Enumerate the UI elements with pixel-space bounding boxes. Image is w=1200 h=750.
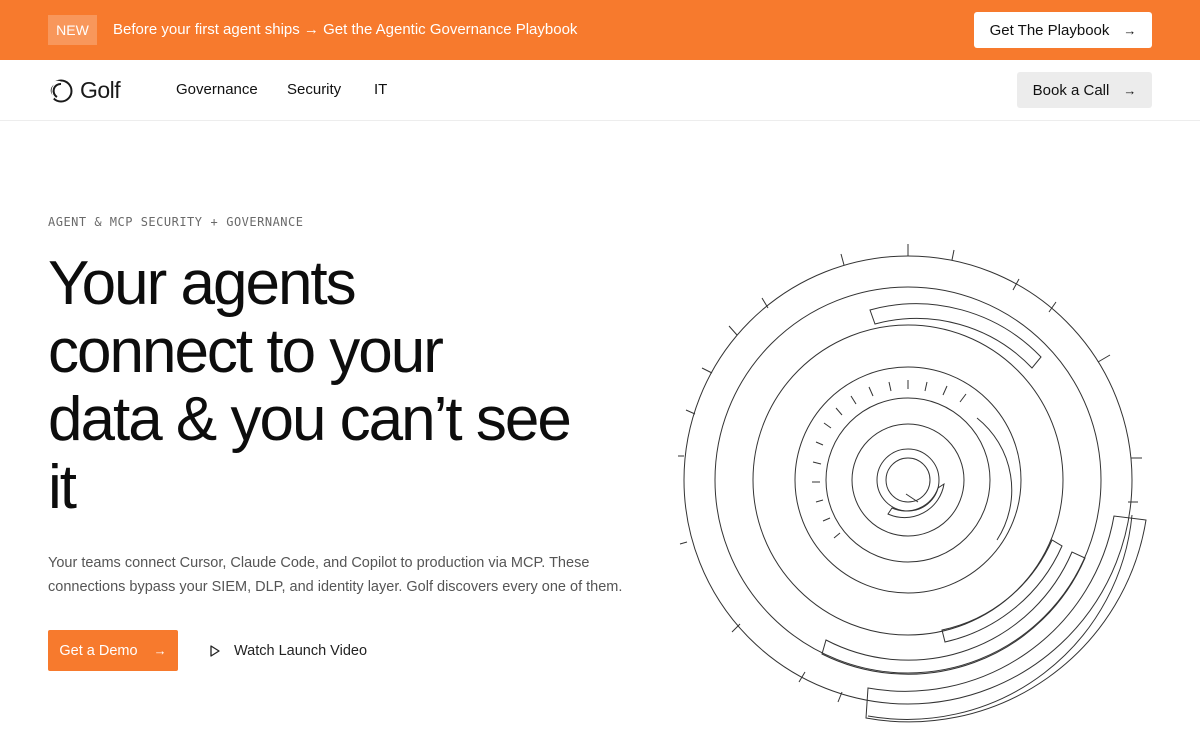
ring [794, 366, 1022, 594]
eyebrow-left: AGENT & MCP SECURITY [48, 215, 203, 229]
announcement-link[interactable]: Before your first agent ships → Get the … [113, 0, 577, 60]
ring-segment [976, 417, 1013, 541]
ring [825, 397, 991, 563]
outer-ticks [678, 244, 1142, 703]
play-icon [210, 644, 220, 657]
ring-segment [865, 515, 1147, 723]
get-playbook-label: Get The Playbook [989, 21, 1110, 39]
subtext-line: Your teams connect Cursor, Claude Code, … [48, 555, 590, 571]
headline-line: it [48, 453, 77, 522]
get-demo-label: Get a Demo [59, 642, 138, 659]
watch-video-link[interactable]: Watch Launch Video [208, 630, 367, 671]
headline-line: Your agents [48, 249, 357, 318]
hero-subtext: Your teams connect Cursor, Claude Code, … [48, 551, 628, 599]
nav-link-it[interactable]: IT [374, 60, 387, 120]
subtext-line: connections bypass your SIEM, DLP, and i… [48, 579, 623, 595]
headline-line: connect to your [48, 317, 444, 386]
hero-eyebrow: AGENT & MCP SECURITY + GOVERNANCE [48, 215, 303, 229]
logo-text: Golf [80, 77, 121, 103]
eyebrow-separator: + [210, 215, 219, 229]
nav-link-security[interactable]: Security [287, 60, 341, 120]
nav-link-governance[interactable]: Governance [176, 60, 258, 120]
ring-segment [869, 303, 1042, 369]
headline-line: data & you can’t see [48, 385, 572, 454]
ring [752, 324, 1064, 636]
ring-segment [941, 539, 1063, 643]
book-call-button[interactable]: Book a Call → [1017, 72, 1152, 108]
announcement-bar: NEW Before your first agent ships → Get … [0, 0, 1200, 60]
watch-video-label: Watch Launch Video [234, 642, 368, 659]
get-demo-button[interactable]: Get a Demo → [48, 630, 178, 671]
arrow-right-icon: → [1123, 82, 1137, 98]
logo[interactable]: Golf [48, 77, 121, 104]
concentric-rings-graphic [678, 244, 1147, 723]
new-badge: NEW [48, 15, 97, 45]
arrow-right-icon: → [1123, 22, 1137, 38]
ring [683, 255, 1133, 705]
ring-segment [905, 493, 919, 503]
ring-segment [821, 551, 1086, 675]
ring [714, 286, 1102, 674]
ring [851, 423, 965, 537]
golf-logo-icon [48, 79, 73, 102]
get-playbook-button[interactable]: Get The Playbook → [974, 12, 1152, 48]
navbar: Golf Governance Security IT Book a Call … [0, 60, 1200, 121]
arrow-right-icon: → [153, 643, 167, 658]
eyebrow-right: GOVERNANCE [226, 215, 304, 229]
hero-headline: Your agents connect to your data & you c… [48, 250, 648, 522]
book-call-label: Book a Call [1032, 81, 1110, 99]
